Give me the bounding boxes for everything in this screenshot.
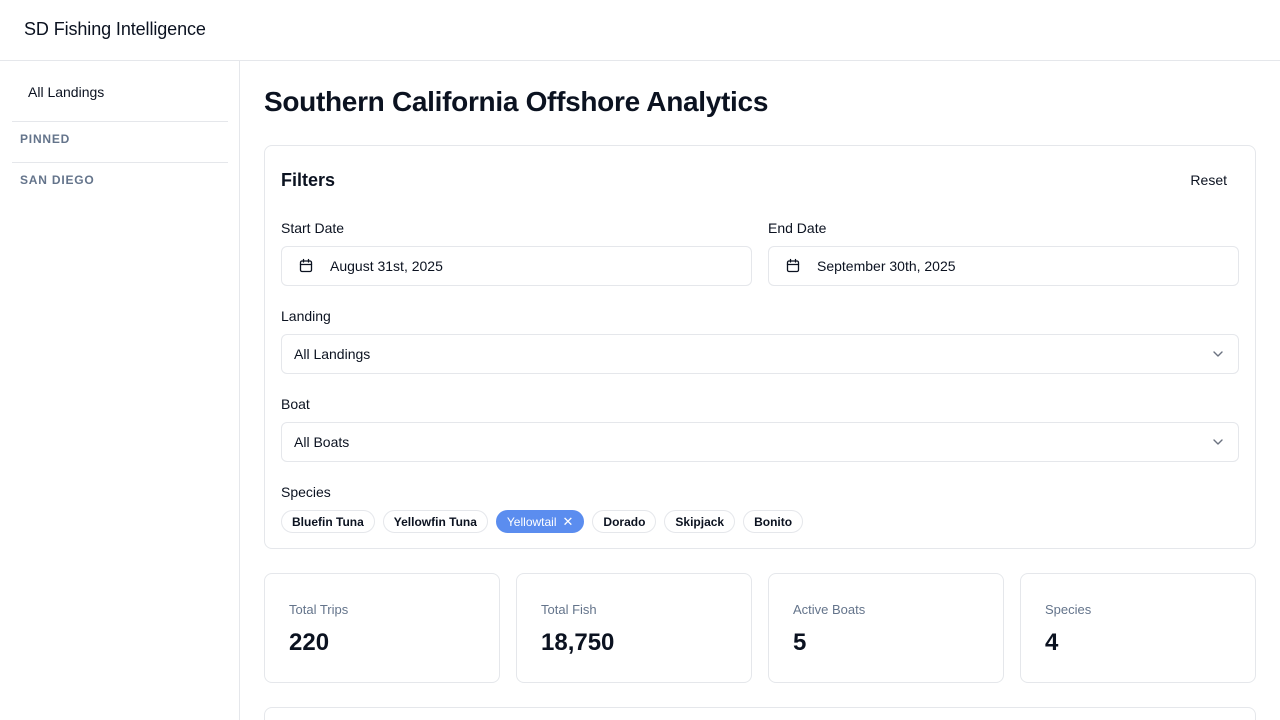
stat-value: 220 xyxy=(289,629,330,656)
filters-title: Filters xyxy=(281,170,336,190)
stat-value: 4 xyxy=(1045,629,1059,656)
boat-select-value: All Boats xyxy=(294,434,350,450)
stat-label: Total Fish xyxy=(541,602,597,617)
boat-select[interactable]: All Boats xyxy=(281,422,1239,462)
species-chip-yellowfin-tuna[interactable]: Yellowfin Tuna xyxy=(382,510,488,533)
end-date-picker[interactable]: September 30th, 2025 xyxy=(768,246,1239,286)
sidebar-section-san-diego[interactable]: SAN DIEGO xyxy=(20,173,95,187)
species-chip-bluefin-tuna[interactable]: Bluefin Tuna xyxy=(281,510,375,533)
reset-button[interactable]: Reset xyxy=(1178,164,1239,196)
landing-select-value: All Landings xyxy=(294,346,371,362)
stat-label: Total Trips xyxy=(289,602,349,617)
stat-label: Species xyxy=(1045,602,1092,617)
species-chips: Bluefin Tuna Yellowfin Tuna Yellowtail ✕… xyxy=(281,510,804,533)
stat-card-total-trips: Total Trips 220 xyxy=(264,573,500,683)
landing-select[interactable]: All Landings xyxy=(281,334,1239,374)
filters-card: Filters Reset Start Date August 31st, 20… xyxy=(264,145,1256,549)
sidebar-divider xyxy=(12,121,228,122)
stat-value: 18,750 xyxy=(541,629,615,656)
sidebar: All Landings PINNED SAN DIEGO xyxy=(0,61,240,720)
calendar-icon xyxy=(786,258,800,273)
sidebar-divider xyxy=(12,162,228,163)
stat-card-total-fish: Total Fish 18,750 xyxy=(516,573,752,683)
stat-card-active-boats: Active Boats 5 xyxy=(768,573,1004,683)
chevron-down-icon xyxy=(1213,439,1223,445)
sidebar-item-all-landings[interactable]: All Landings xyxy=(12,77,228,109)
stat-value: 5 xyxy=(793,629,807,656)
landing-label: Landing xyxy=(281,308,331,324)
start-date-value: August 31st, 2025 xyxy=(330,258,443,274)
close-icon[interactable]: ✕ xyxy=(563,515,574,528)
species-chip-label: Yellowtail xyxy=(506,514,557,529)
chevron-down-icon xyxy=(1213,351,1223,357)
species-chip-yellowtail[interactable]: Yellowtail ✕ xyxy=(495,510,585,533)
end-date-value: September 30th, 2025 xyxy=(817,258,956,274)
boat-label: Boat xyxy=(281,396,310,412)
top-bar: SD Fishing Intelligence xyxy=(0,0,1280,61)
start-date-label: Start Date xyxy=(281,220,345,236)
page-title: Southern California Offshore Analytics xyxy=(264,86,769,117)
content-card xyxy=(264,707,1256,720)
end-date-label: End Date xyxy=(768,220,827,236)
calendar-icon xyxy=(299,258,313,273)
start-date-picker[interactable]: August 31st, 2025 xyxy=(281,246,752,286)
stat-card-species: Species 4 xyxy=(1020,573,1256,683)
species-chip-bonito[interactable]: Bonito xyxy=(743,510,804,533)
sidebar-section-pinned[interactable]: PINNED xyxy=(20,132,70,146)
species-label: Species xyxy=(281,484,331,500)
species-chip-dorado[interactable]: Dorado xyxy=(592,510,657,533)
species-chip-skipjack[interactable]: Skipjack xyxy=(664,510,736,533)
stat-label: Active Boats xyxy=(793,602,866,617)
app-brand[interactable]: SD Fishing Intelligence xyxy=(24,19,206,40)
